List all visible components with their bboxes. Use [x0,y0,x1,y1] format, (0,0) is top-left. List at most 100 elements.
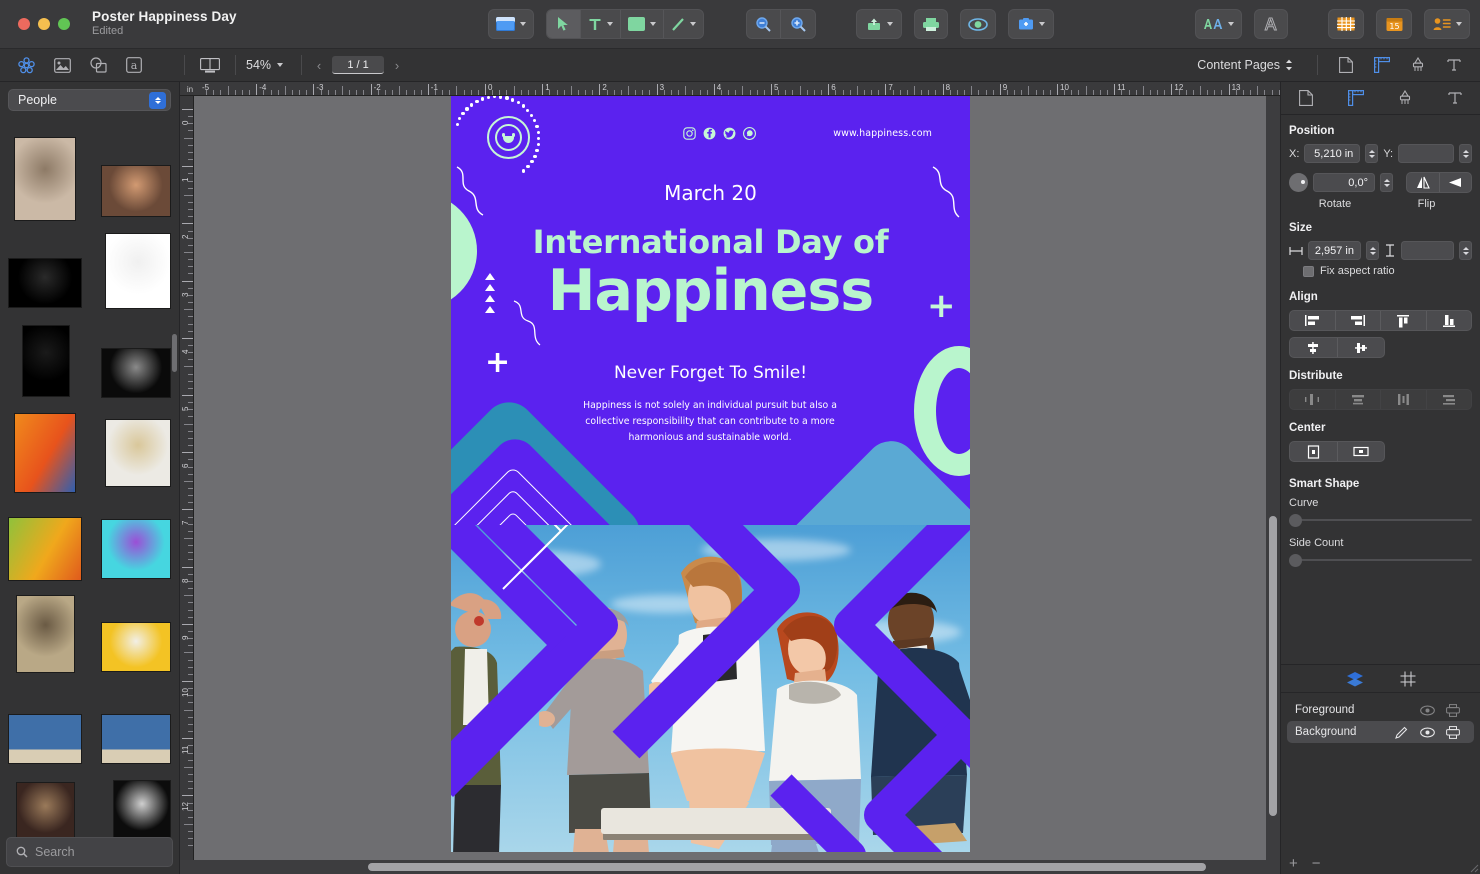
thumbnail-black-sculpture-figure[interactable] [105,233,171,309]
layers-icon[interactable] [1346,671,1364,687]
zoom-out-icon[interactable] [747,9,781,39]
previous-page-button[interactable]: ‹ [312,58,326,73]
close-button[interactable] [18,18,30,30]
text-frame-icon[interactable] [1438,85,1472,111]
thumbnail-backspace-poster-green[interactable] [8,517,82,581]
vertical-ruler[interactable]: 0123456789101112 [180,96,194,874]
align-center-vertical-icon[interactable] [1338,338,1385,357]
page-indicator[interactable]: 1 / 1 [332,56,384,74]
height-stepper[interactable] [1459,241,1472,260]
line-tool-icon[interactable] [664,9,703,39]
ruler-guides-icon[interactable] [1364,51,1400,79]
rotate-stepper[interactable] [1380,173,1393,192]
height-field[interactable] [1401,241,1454,260]
eye-icon[interactable] [1414,705,1440,716]
contacts-icon[interactable] [1425,9,1469,39]
window-controls[interactable] [0,18,70,30]
thumbnail-dark-silhouette-light[interactable] [8,258,82,308]
print-icon[interactable] [914,9,948,39]
thumbnail-man-walking-blue-wall[interactable] [8,714,82,764]
pencil-icon[interactable] [1388,726,1414,739]
layers-list[interactable]: ForegroundBackground [1281,693,1480,852]
page-icon[interactable] [1328,51,1364,79]
align-bottom-icon[interactable] [1427,311,1472,330]
fix-aspect-ratio-checkbox[interactable] [1303,266,1314,277]
center-on-page-horizontal-icon[interactable] [1338,442,1385,461]
table-icon[interactable] [1329,9,1363,39]
thumbnail-woman-with-red-hat[interactable] [105,419,171,487]
layer-row[interactable]: Background [1287,721,1474,743]
thumbnail-bw-sculpture-hands[interactable] [113,780,171,837]
thumbnail-shift-poster-orange[interactable] [14,413,76,493]
brush-icon[interactable] [1400,51,1436,79]
flip-horizontal-icon[interactable] [1407,173,1440,192]
shapes-icon[interactable] [80,51,116,79]
flip-vertical-icon[interactable] [1440,173,1472,192]
image-icon[interactable] [44,51,80,79]
resize-grip-icon[interactable] [1467,861,1479,873]
canvas-horizontal-scrollbar[interactable] [180,860,1280,874]
sidebar-scrollbar[interactable] [172,334,177,372]
thumbnail-grid[interactable] [0,119,179,837]
thumbnail-man-in-shadow-portrait[interactable] [22,325,70,397]
thumbnail-man-standing-blue-wall[interactable] [101,714,171,764]
align-right-icon[interactable] [1336,311,1382,330]
zoom-button[interactable] [58,18,70,30]
shape-tool-icon[interactable] [621,9,664,39]
rotate-knob[interactable] [1289,173,1308,192]
thumbnail-bw-shoulder-back[interactable] [101,348,171,398]
minimize-button[interactable] [38,18,50,30]
remove-layer-button[interactable]: − [1312,855,1321,872]
thumbnail-woman-on-phone-smiling[interactable] [101,165,171,217]
layer-row[interactable]: Foreground [1287,699,1474,721]
page-insert-icon[interactable] [489,9,533,39]
align-center-horizontal-icon[interactable] [1290,338,1338,357]
search-input[interactable]: Search [6,837,173,867]
print-icon[interactable] [1440,726,1466,739]
align-top-icon[interactable] [1381,311,1427,330]
category-select[interactable]: People [8,89,171,111]
width-field[interactable]: 2,957 in [1308,241,1361,260]
center-on-page-vertical-icon[interactable] [1290,442,1338,461]
zoom-level-select[interactable]: 54% [246,58,283,72]
canvas-vertical-scrollbar[interactable] [1266,96,1280,860]
preview-eye-icon[interactable] [960,9,996,39]
page-spread-icon[interactable] [195,51,225,79]
zoom-in-icon[interactable] [781,9,815,39]
side-count-slider[interactable] [1289,553,1472,567]
thumbnail-face-profile-cyan[interactable] [101,519,171,579]
content-pages-select[interactable]: Content Pages [1197,58,1293,72]
y-stepper[interactable] [1459,144,1472,163]
align-left-icon[interactable] [1290,311,1336,330]
text-tool-icon[interactable] [581,9,621,39]
font-style-icon[interactable] [1196,9,1241,39]
thumbnail-arched-alleyway[interactable] [16,782,75,837]
thumbnail-hands-covering-face[interactable] [14,137,76,221]
curve-slider[interactable] [1289,513,1472,527]
eye-icon[interactable] [1414,727,1440,738]
rotate-field[interactable]: 0,0° [1313,173,1375,192]
text-frame-icon[interactable] [1436,51,1472,79]
print-icon[interactable] [1440,704,1466,717]
x-field[interactable]: 5,210 in [1304,144,1360,163]
add-layer-button[interactable]: + [1289,855,1298,872]
ruler-guides-icon[interactable] [1339,85,1373,111]
next-page-button[interactable]: › [390,58,404,73]
cursor-tool-icon[interactable] [547,9,581,39]
thumbnail-cluttered-room[interactable] [16,595,75,673]
x-stepper[interactable] [1365,144,1378,163]
width-stepper[interactable] [1366,241,1379,260]
text-format-icon[interactable] [1254,9,1288,39]
grid-icon[interactable] [1400,671,1416,687]
horizontal-ruler[interactable]: in -5-4-3-2-1012345678910111213 [180,82,1280,96]
y-field[interactable] [1398,144,1454,163]
media-icon[interactable] [1009,9,1053,39]
calendar-icon[interactable]: 15 [1377,9,1411,39]
brush-icon[interactable] [1388,85,1422,111]
share-icon[interactable] [857,9,901,39]
glyph-icon[interactable]: a [116,51,152,79]
thumbnail-woman-painting-wall[interactable] [101,622,171,672]
fix-aspect-ratio-row[interactable]: Fix aspect ratio [1303,265,1472,277]
canvas-scroll-area[interactable]: + + [194,96,1280,874]
stepper-icon[interactable] [149,92,166,109]
